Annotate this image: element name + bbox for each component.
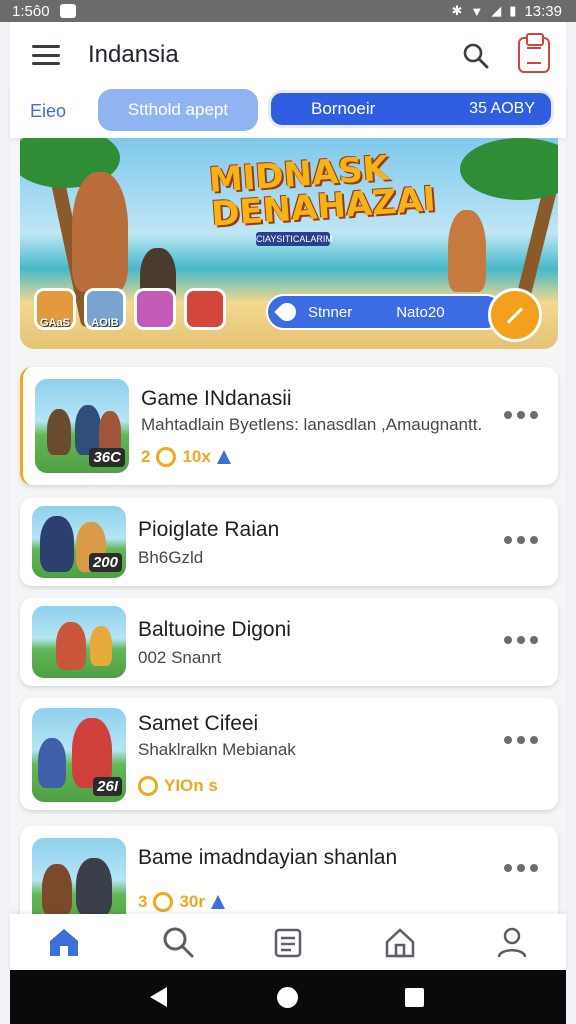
house-icon[interactable] xyxy=(382,924,418,960)
tab-plain[interactable]: Eieo xyxy=(30,101,66,122)
game-subtitle: Shaklralkn Mebianak xyxy=(138,740,296,759)
game-title: Baltuoine Digoni xyxy=(138,618,291,641)
coin-icon xyxy=(153,892,174,912)
stat-value: 10x xyxy=(182,447,211,466)
battery-icon: ▮ xyxy=(509,3,517,18)
hero-pill-label-1: Stnner xyxy=(308,303,353,321)
hero-avatar[interactable] xyxy=(184,288,226,330)
game-card[interactable]: 26I Samet Cifeei Shaklralkn Mebianak YIO… xyxy=(20,698,558,810)
more-options-icon[interactable] xyxy=(504,864,538,872)
notification-icon xyxy=(59,4,76,18)
recents-icon[interactable] xyxy=(405,988,424,1007)
status-time-left: 1:5ô0 xyxy=(12,2,50,20)
game-card[interactable]: Baltuoine Digoni 002 Snanrt xyxy=(20,598,558,686)
home-circle-icon[interactable] xyxy=(277,987,298,1008)
coin-icon xyxy=(156,447,177,467)
search-icon[interactable] xyxy=(160,924,196,960)
hero-avatar[interactable]: AOIB xyxy=(84,288,126,330)
system-nav-bar xyxy=(10,970,566,1024)
app-bar: Indansia xyxy=(10,22,566,88)
game-subtitle: Mahtadlain Byetlens: lanasdlan ,Amaugnan… xyxy=(141,415,483,434)
game-count: 26I xyxy=(93,777,122,796)
search-icon[interactable] xyxy=(462,42,490,70)
game-title: Game INdanasii xyxy=(141,387,292,410)
hero-title: MIDNASK DENAHAZAI xyxy=(207,148,437,235)
stat-value: 30r xyxy=(179,892,205,911)
signal-icon: ◢ xyxy=(491,3,502,18)
game-stats: YIOn s xyxy=(138,776,218,796)
bluetooth-icon: ✱ xyxy=(451,3,463,18)
game-subtitle: Bh6Gzld xyxy=(138,548,204,567)
more-options-icon[interactable] xyxy=(504,636,538,644)
game-thumbnail: 36C xyxy=(35,379,129,473)
coin-icon xyxy=(138,776,158,796)
trending-up-icon xyxy=(211,895,225,909)
hero-subtitle: CIAYSITICALARIM xyxy=(256,232,333,246)
news-icon[interactable] xyxy=(270,924,306,960)
hero-character-fox xyxy=(72,172,128,292)
tab-pill-dark-label: Bornoeir xyxy=(311,99,376,118)
app-title: Indansia xyxy=(88,41,179,68)
tab-pill-dark-sub: 35 AOBY xyxy=(469,100,535,117)
game-card[interactable]: Bame imadndayian shanlan 3 30r xyxy=(20,826,558,932)
hero-character-right xyxy=(448,210,486,292)
game-card[interactable]: 36C Game INdanasii Mahtadlain Byetlens: … xyxy=(20,367,558,485)
game-title: Pioiglate Raian xyxy=(138,518,280,541)
back-icon[interactable] xyxy=(150,987,167,1007)
game-card[interactable]: 200 Pioiglate Raian Bh6Gzld xyxy=(20,498,558,586)
app-container: Indansia Eieo Stthold apept Bornoeir 35 … xyxy=(10,22,566,970)
clipboard-icon[interactable] xyxy=(518,33,550,73)
game-count: 200 xyxy=(88,553,122,572)
more-options-icon[interactable] xyxy=(504,411,538,419)
more-options-icon[interactable] xyxy=(504,736,538,744)
hero-action-pill[interactable]: Stnner Nato20 xyxy=(266,294,504,330)
stat-coin-label: 2 xyxy=(141,447,151,466)
rocket-icon xyxy=(274,299,300,325)
game-subtitle: 002 Snanrt xyxy=(138,648,222,667)
more-options-icon[interactable] xyxy=(504,536,538,544)
stat-value: YIOn s xyxy=(164,776,218,795)
hero-pill-label-2: Nato20 xyxy=(396,303,445,321)
profile-icon[interactable] xyxy=(494,924,530,960)
home-icon[interactable] xyxy=(46,924,82,960)
hero-avatar-row: GAaS AOIB xyxy=(34,288,226,330)
hero-avatar[interactable]: GAaS xyxy=(34,288,76,330)
hero-avatar[interactable] xyxy=(134,288,176,330)
game-thumbnail xyxy=(32,606,126,678)
game-stats: 2 10x xyxy=(141,447,231,467)
tab-pill-light[interactable]: Stthold apept xyxy=(98,89,258,131)
hero-banner[interactable]: MIDNASK DENAHAZAI CIAYSITICALARIM GAaS A… xyxy=(20,138,558,349)
game-title: Samet Cifeei xyxy=(138,712,259,735)
palm-leaves xyxy=(460,138,558,200)
bottom-nav xyxy=(10,914,566,970)
game-stats: 3 30r xyxy=(138,892,225,912)
status-time-right: 13:39 xyxy=(524,2,562,20)
status-bar: 1:5ô0 ✱ ▼ ◢ ▮ 13:39 xyxy=(0,0,576,22)
edit-icon[interactable] xyxy=(488,288,542,342)
game-count: 36C xyxy=(89,448,125,467)
game-thumbnail: 26I xyxy=(32,708,126,802)
trending-up-icon xyxy=(216,450,231,464)
stat-coin-label: 3 xyxy=(138,892,148,911)
tab-pill-dark[interactable]: Bornoeir 35 AOBY xyxy=(268,90,554,128)
wifi-icon: ▼ xyxy=(470,3,484,19)
game-title: Bame imadndayian shanlan xyxy=(138,846,398,869)
menu-icon[interactable] xyxy=(32,45,60,65)
game-thumbnail: 200 xyxy=(32,506,126,578)
